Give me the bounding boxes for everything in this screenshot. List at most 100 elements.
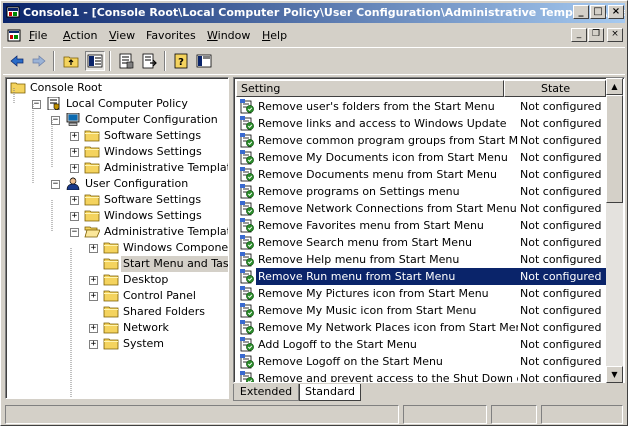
- mdi-minimize-button[interactable]: _: [571, 28, 587, 42]
- expand-icon[interactable]: +: [70, 148, 79, 157]
- minimize-button[interactable]: _: [573, 5, 589, 19]
- expand-icon[interactable]: +: [89, 292, 98, 301]
- vertical-scrollbar[interactable]: ▲ ▼: [606, 78, 623, 383]
- properties-button[interactable]: [116, 51, 136, 71]
- menu-file[interactable]: File: [29, 29, 47, 43]
- menu-window[interactable]: Window: [207, 29, 250, 43]
- expand-icon[interactable]: +: [89, 340, 98, 349]
- collapse-icon[interactable]: −: [70, 228, 79, 237]
- list-row[interactable]: Remove My Documents icon from Start Menu…: [236, 149, 606, 166]
- close-button[interactable]: ×: [608, 5, 624, 19]
- tree-node-label: Administrative Templates: [104, 225, 228, 238]
- list-row[interactable]: Remove user's folders from the Start Men…: [236, 98, 606, 115]
- status-pane-4: [541, 405, 623, 424]
- help-button[interactable]: ?: [171, 51, 191, 71]
- setting-name: Remove Logoff on the Start Menu: [258, 355, 443, 368]
- expand-icon[interactable]: +: [70, 212, 79, 221]
- folder-icon: [103, 321, 119, 334]
- menu-window-accel: W: [207, 29, 218, 42]
- svg-text:?: ?: [178, 57, 184, 68]
- folder-icon: [103, 305, 119, 318]
- list-row[interactable]: Remove Help menu from Start Menu Not conf…: [236, 251, 606, 268]
- menu-view[interactable]: View: [109, 29, 135, 43]
- scroll-down-button[interactable]: ▼: [606, 366, 623, 383]
- forward-button[interactable]: [29, 51, 49, 71]
- list-row[interactable]: Remove My Music icon from Start Menu Not …: [236, 302, 606, 319]
- expand-icon[interactable]: +: [70, 132, 79, 141]
- tree-node-label: Network: [123, 321, 169, 334]
- policy-setting-icon: [240, 252, 255, 267]
- expand-icon[interactable]: +: [70, 164, 79, 173]
- folder-icon: [84, 225, 101, 238]
- setting-state: Not configured: [520, 372, 602, 383]
- tree-node-label: Computer Configuration: [85, 113, 218, 126]
- up-one-level-button[interactable]: [61, 51, 81, 71]
- list-row[interactable]: Remove programs on Settings menu Not conf…: [236, 183, 606, 200]
- mdi-restore-button[interactable]: ❐: [588, 28, 604, 42]
- tree-node-label: Start Menu and Taskbar: [121, 256, 228, 272]
- setting-state: Not configured: [520, 202, 602, 215]
- back-arrow-icon: [10, 55, 24, 67]
- folder-icon: [84, 209, 100, 222]
- folder-icon: [84, 193, 100, 206]
- folder-icon: [84, 129, 100, 142]
- expand-icon[interactable]: +: [89, 244, 98, 253]
- show-hide-action-pane-button[interactable]: [194, 51, 214, 71]
- collapse-icon[interactable]: −: [51, 116, 60, 125]
- up-one-level-icon: [63, 56, 79, 68]
- policy-setting-icon: [240, 354, 255, 369]
- setting-state: Not configured: [520, 151, 602, 164]
- tree-node-label: Windows Settings: [104, 145, 202, 158]
- collapse-icon[interactable]: −: [51, 180, 60, 189]
- collapse-icon[interactable]: −: [32, 100, 41, 109]
- list-row[interactable]: Remove and prevent access to the Shut Do…: [236, 370, 606, 383]
- list-row[interactable]: Remove common program groups from Start …: [236, 132, 606, 149]
- toolbar-separator: [109, 51, 111, 71]
- setting-state: Not configured: [520, 168, 602, 181]
- list-row[interactable]: Remove Logoff on the Start Menu Not confi…: [236, 353, 606, 370]
- mdi-close-button[interactable]: ×: [607, 28, 623, 42]
- list-row[interactable]: Remove links and access to Windows Updat…: [236, 115, 606, 132]
- policy-setting-icon: [240, 133, 255, 148]
- details-list[interactable]: Setting State Remove user's folders from…: [233, 77, 625, 383]
- list-row[interactable]: Remove My Network Places icon from Start…: [236, 319, 606, 336]
- mmc-window: Console1 - [Console Root\Local Computer …: [0, 0, 628, 426]
- list-row[interactable]: Remove My Pictures icon from Start Menu N…: [236, 285, 606, 302]
- expand-icon[interactable]: +: [70, 196, 79, 205]
- menu-help[interactable]: Help: [262, 29, 287, 43]
- list-row[interactable]: Remove Documents menu from Start Menu Not…: [236, 166, 606, 183]
- scroll-thumb[interactable]: [606, 95, 623, 203]
- expand-icon[interactable]: +: [89, 324, 98, 333]
- list-row[interactable]: Add Logoff to the Start Menu Not configur…: [236, 336, 606, 353]
- folder-icon: [103, 337, 119, 350]
- menu-action[interactable]: Action: [63, 29, 97, 43]
- back-button[interactable]: [7, 51, 27, 71]
- list-row[interactable]: Remove Favorites menu from Start Menu Not…: [236, 217, 606, 234]
- show-hide-tree-button[interactable]: [85, 51, 105, 71]
- setting-state: Not configured: [520, 355, 602, 368]
- expand-icon[interactable]: +: [89, 276, 98, 285]
- policy-setting-icon: [240, 116, 255, 131]
- folder-icon: [103, 257, 119, 270]
- column-header-state[interactable]: State: [504, 80, 606, 97]
- setting-name: Remove common program groups from Start …: [258, 134, 518, 147]
- column-header-setting[interactable]: Setting: [236, 80, 504, 97]
- title-bar[interactable]: Console1 - [Console Root\Local Computer …: [3, 3, 625, 23]
- scroll-up-button[interactable]: ▲: [606, 78, 623, 95]
- forward-arrow-icon: [32, 55, 46, 67]
- view-tabs: Extended Standard: [233, 384, 625, 402]
- console-tree[interactable]: Console Root − Local Computer Policy − Compu…: [5, 77, 229, 399]
- toolbar-bottom-separator: [3, 74, 625, 75]
- setting-state: Not configured: [520, 236, 602, 249]
- export-list-button[interactable]: [139, 51, 159, 71]
- tab-extended[interactable]: Extended: [233, 384, 299, 401]
- menu-favorites[interactable]: Favorites: [146, 29, 196, 43]
- list-row[interactable]: Remove Network Connections from Start Me…: [236, 200, 606, 217]
- setting-state: Not configured: [520, 321, 602, 334]
- list-row[interactable]: Remove Search menu from Start Menu Not co…: [236, 234, 606, 251]
- mdi-child-icon[interactable]: [7, 29, 21, 43]
- maximize-button[interactable]: □: [590, 5, 606, 19]
- list-row[interactable]: Remove Run menu from Start Menu Not confi…: [236, 268, 606, 285]
- tab-standard[interactable]: Standard: [299, 384, 361, 401]
- tree-node-label: Desktop: [123, 273, 169, 286]
